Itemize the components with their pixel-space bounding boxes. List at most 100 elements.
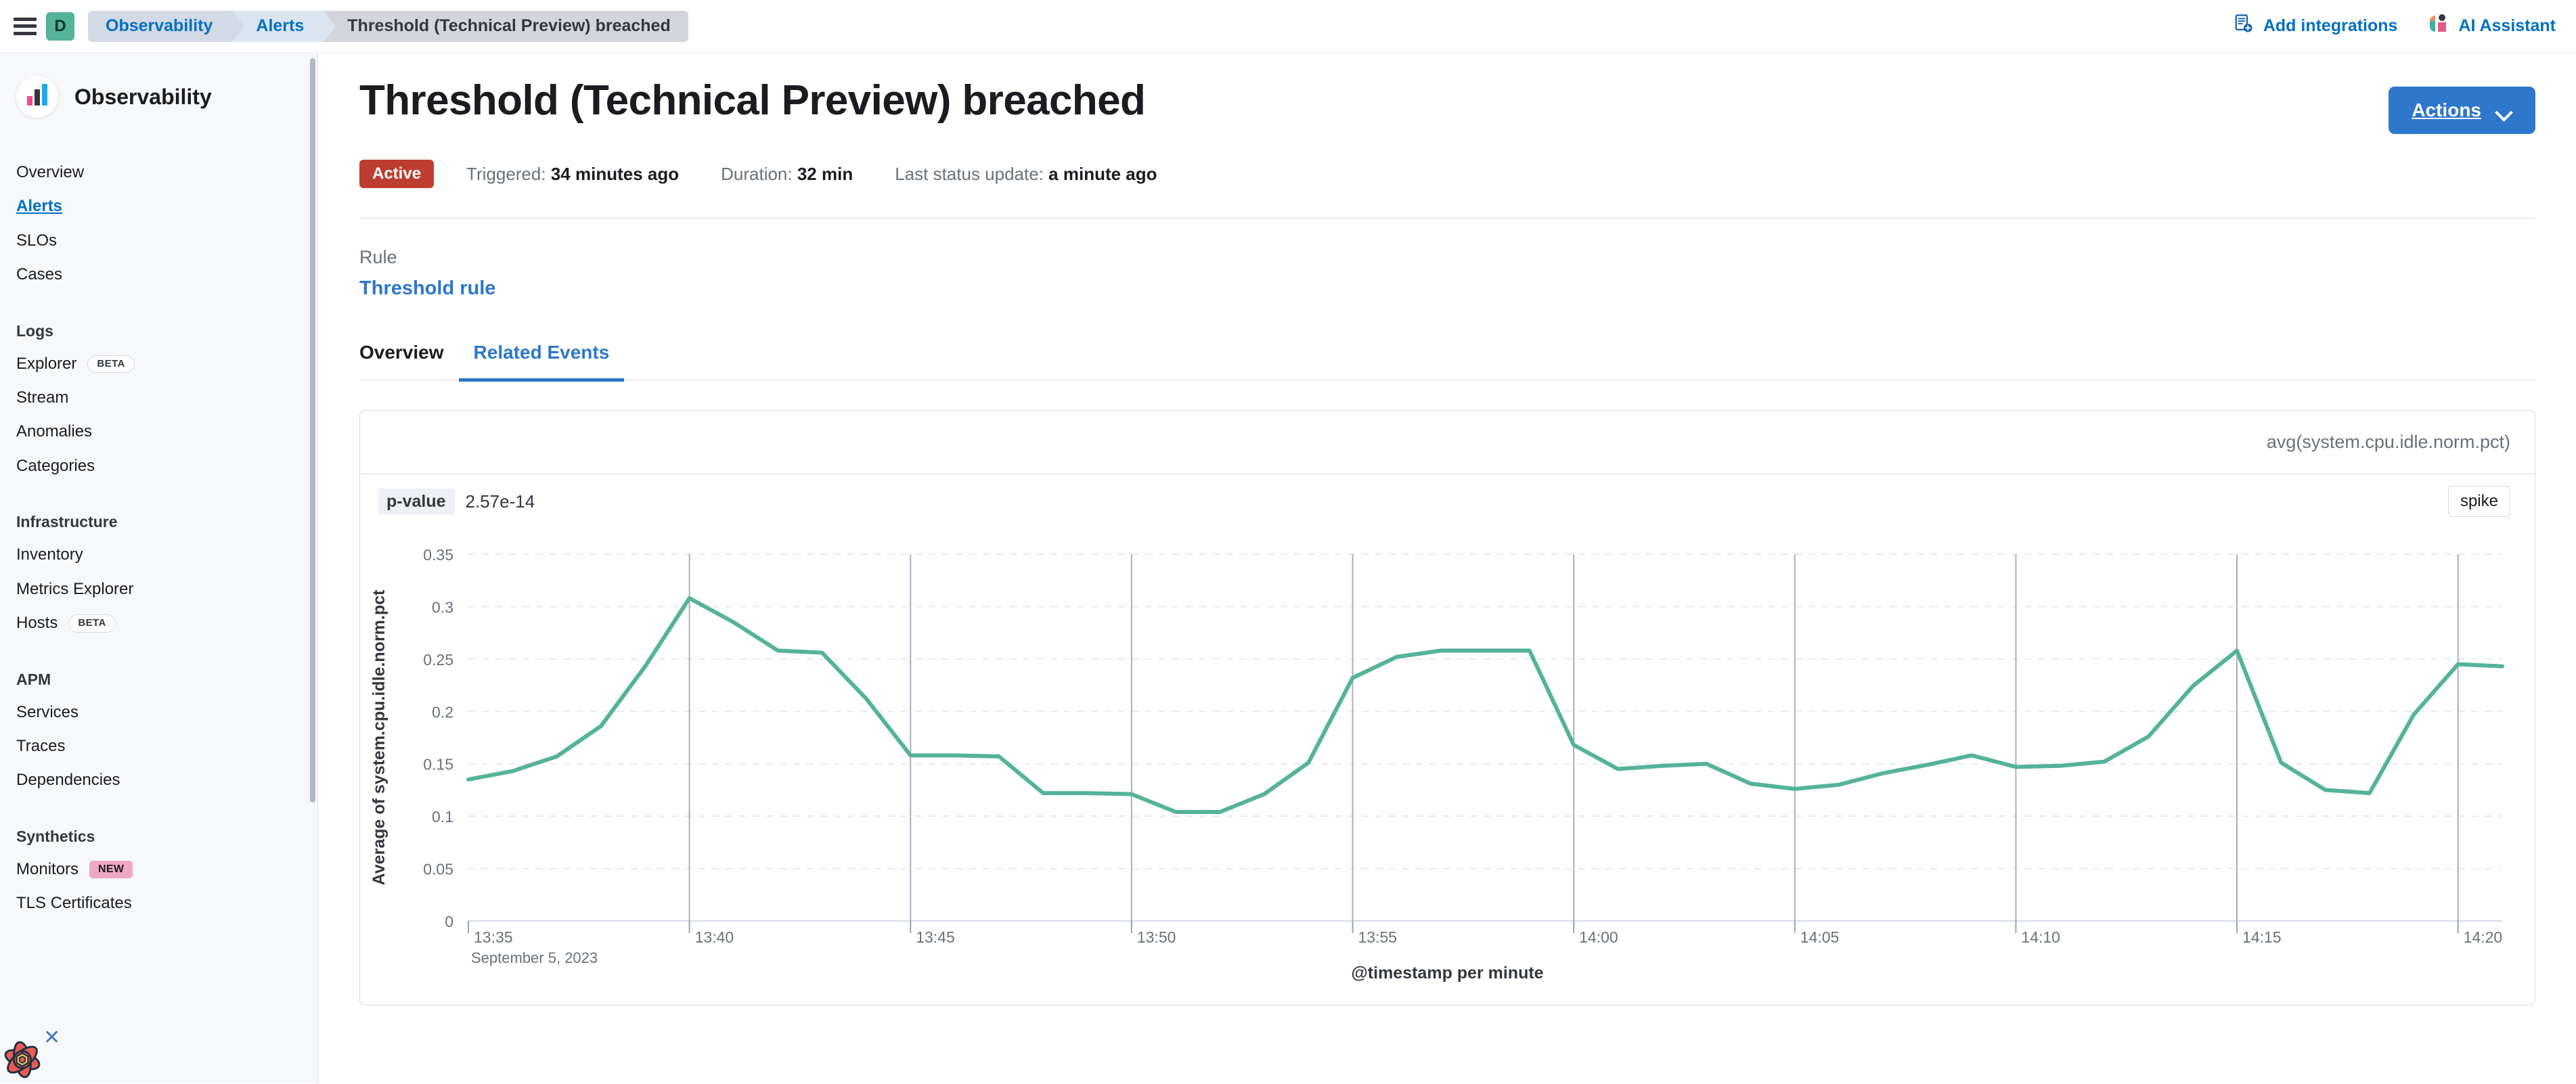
sidebar-item-label: Categories (16, 457, 95, 475)
sidebar-item-label: Hosts (16, 614, 58, 632)
svg-text:0.35: 0.35 (423, 546, 453, 564)
svg-text:13:55: 13:55 (1358, 928, 1398, 946)
sidebar-item-hosts[interactable]: Hosts BETA (0, 606, 317, 641)
sidebar-group-logs: Logs (0, 322, 317, 340)
ai-assistant-label: AI Assistant (2458, 16, 2556, 36)
sidebar-item-cases[interactable]: Cases (0, 258, 317, 292)
pvalue-value: 2.57e-14 (466, 491, 535, 512)
svg-text:0.3: 0.3 (432, 598, 453, 616)
svg-text:0.15: 0.15 (423, 756, 453, 773)
chart-panel-subheader: p-value 2.57e-14 spike (360, 474, 2535, 528)
sidebar-group-apm: APM (0, 671, 317, 689)
svg-text:0.2: 0.2 (432, 703, 453, 721)
add-integrations-icon (2234, 14, 2254, 39)
pvalue-label: p-value (378, 489, 455, 515)
add-integrations-label: Add integrations (2263, 16, 2398, 36)
sidebar-item-label: Overview (16, 164, 84, 181)
chart-panel-header: avg(system.cpu.idle.norm.pct) (360, 411, 2535, 474)
sidebar-item-label: Metrics Explorer (16, 581, 133, 598)
meta-last-update-value: a minute ago (1048, 164, 1157, 184)
sidebar-item-label: Dependencies (16, 771, 120, 789)
main-content: Threshold (Technical Preview) breached A… (319, 53, 2576, 1083)
sidebar-brand: Observability (0, 76, 317, 118)
svg-text:14:10: 14:10 (2021, 928, 2060, 946)
sidebar-item-traces[interactable]: Traces (0, 729, 317, 763)
sidebar-group-infrastructure: Infrastructure (0, 513, 317, 531)
sidebar-item-alerts[interactable]: Alerts (0, 189, 317, 223)
space-avatar[interactable]: D (46, 12, 74, 41)
meta-triggered-value: 34 minutes ago (551, 164, 679, 184)
alert-meta-row: Active Triggered: 34 minutes ago Duratio… (359, 160, 2535, 188)
sidebar-item-dependencies[interactable]: Dependencies (0, 763, 317, 797)
tab-related-events[interactable]: Related Events (459, 335, 625, 382)
sidebar-item-explorer[interactable]: Explorer BETA (0, 347, 317, 382)
rule-block: Rule Threshold rule (359, 247, 2535, 300)
svg-text:14:15: 14:15 (2242, 928, 2282, 946)
page-header: Threshold (Technical Preview) breached A… (359, 77, 2535, 134)
elastic-assistant-icon (2427, 13, 2449, 39)
sidebar-item-label: TLS Certificates (16, 895, 132, 912)
add-integrations-button[interactable]: Add integrations (2234, 14, 2398, 39)
header-divider (359, 218, 2535, 219)
ai-assistant-button[interactable]: AI Assistant (2427, 13, 2556, 39)
sidebar-item-tls-certificates[interactable]: TLS Certificates (0, 886, 317, 920)
sidebar-item-inventory[interactable]: Inventory (0, 538, 317, 572)
breadcrumb-item-observability[interactable]: Observability (88, 11, 233, 42)
sidebar-item-label: Monitors (16, 861, 79, 878)
sidebar-item-label: SLOs (16, 232, 57, 250)
svg-text:14:00: 14:00 (1579, 928, 1618, 946)
sidebar-item-label: Services (16, 704, 79, 721)
svg-text:13:50: 13:50 (1137, 928, 1176, 946)
meta-last-status-update: Last status update: a minute ago (895, 164, 1157, 185)
sidebar-item-metrics-explorer[interactable]: Metrics Explorer (0, 572, 317, 606)
atom-widget-icon[interactable]: ✕ (1, 1039, 43, 1081)
sidebar-item-label: Alerts (16, 198, 62, 215)
chart-area[interactable]: 00.050.10.150.20.250.30.3513:3513:4013:4… (360, 528, 2535, 995)
svg-text:0: 0 (445, 913, 453, 930)
actions-button[interactable]: Actions (2389, 87, 2535, 134)
svg-text:0.05: 0.05 (423, 861, 453, 878)
tab-bar: Overview Related Events (359, 335, 2535, 380)
sidebar-item-overview[interactable]: Overview (0, 156, 317, 189)
sidebar-item-label: Traces (16, 738, 65, 755)
svg-text:13:40: 13:40 (695, 928, 734, 946)
sidebar-item-label: Inventory (16, 546, 83, 564)
sidebar-item-monitors[interactable]: Monitors NEW (0, 853, 317, 886)
close-icon[interactable]: ✕ (43, 1028, 60, 1048)
breadcrumb-item-alerts[interactable]: Alerts (233, 11, 324, 42)
sidebar-item-categories[interactable]: Categories (0, 449, 317, 483)
sidebar-item-label: Anomalies (16, 423, 92, 441)
breadcrumb: Observability Alerts Threshold (Technica… (88, 11, 688, 42)
sidebar-item-label: Explorer (16, 355, 76, 373)
observability-logo-icon (16, 76, 58, 118)
rule-label: Rule (359, 247, 2535, 268)
tab-overview[interactable]: Overview (359, 335, 459, 382)
sidebar-group-synthetics: Synthetics (0, 828, 317, 846)
metric-title: avg(system.cpu.idle.norm.pct) (2267, 432, 2510, 453)
spike-chip[interactable]: spike (2448, 486, 2510, 517)
meta-duration-label: Duration: (721, 164, 793, 184)
sidebar-item-services[interactable]: Services (0, 696, 317, 729)
svg-text:0.25: 0.25 (423, 651, 453, 669)
sidebar-navigation: Observability Overview Alerts SLOs Cases… (0, 53, 318, 1083)
sidebar-item-label: Stream (16, 389, 68, 407)
meta-duration-value: 32 min (797, 164, 853, 184)
sidebar-scrollbar[interactable] (310, 58, 315, 803)
x-axis-title: @timestamp per minute (360, 964, 2535, 983)
sidebar-item-stream[interactable]: Stream (0, 381, 317, 415)
sidebar-item-anomalies[interactable]: Anomalies (0, 415, 317, 449)
hamburger-menu-icon[interactable] (14, 18, 37, 35)
badge-beta: BETA (68, 614, 115, 633)
svg-text:14:05: 14:05 (1800, 928, 1840, 946)
sidebar-item-slos[interactable]: SLOs (0, 224, 317, 258)
meta-triggered-label: Triggered: (466, 164, 546, 184)
svg-text:0.1: 0.1 (432, 808, 453, 826)
svg-text:Average of system.cpu.idle.nor: Average of system.cpu.idle.norm.pct (370, 589, 388, 885)
meta-duration: Duration: 32 min (721, 164, 853, 185)
rule-link[interactable]: Threshold rule (359, 277, 495, 300)
status-badge: Active (359, 160, 434, 188)
line-chart[interactable]: 00.050.10.150.20.250.30.3513:3513:4013:4… (360, 528, 2535, 995)
meta-last-update-label: Last status update: (895, 164, 1044, 184)
page-title: Threshold (Technical Preview) breached (359, 77, 1145, 124)
breadcrumb-item-current: Threshold (Technical Preview) breached (324, 11, 688, 42)
